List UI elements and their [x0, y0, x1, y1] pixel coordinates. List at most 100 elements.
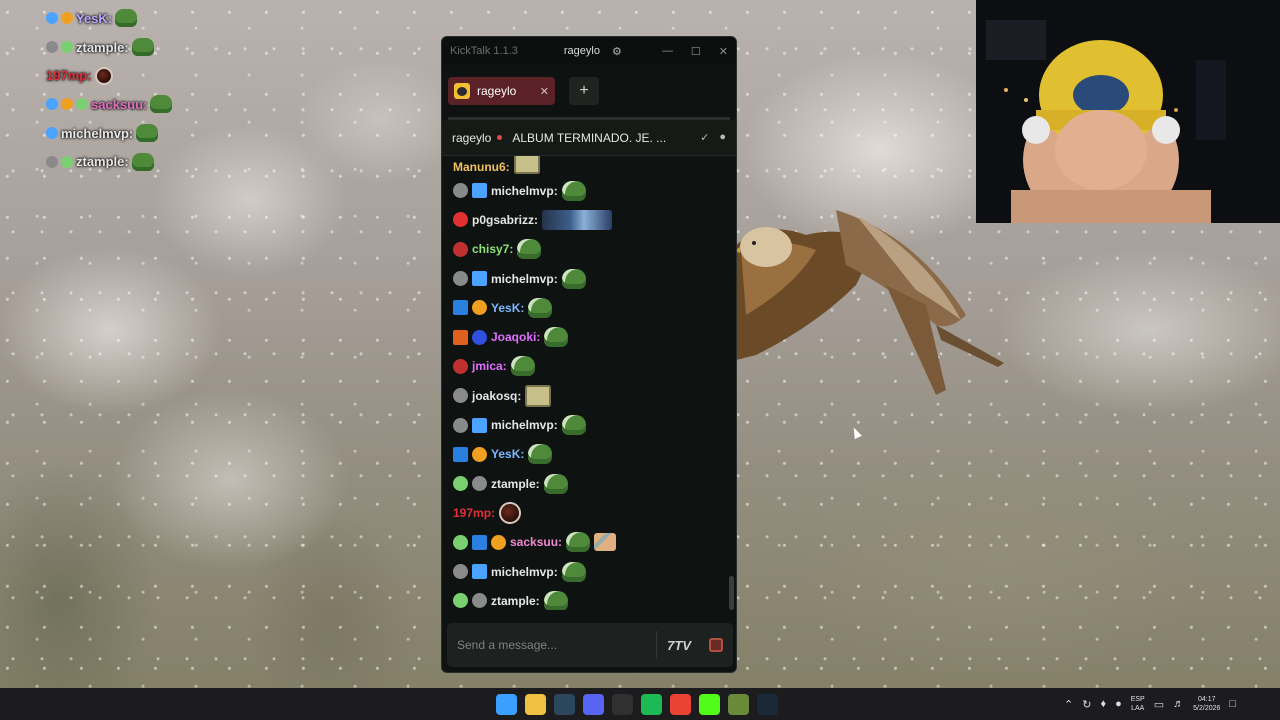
chat-message[interactable]: YesK:: [442, 440, 736, 469]
user-badge-icon[interactable]: [453, 476, 468, 492]
chat-username[interactable]: chisy7:: [472, 242, 513, 256]
user-badge-icon[interactable]: [453, 358, 468, 374]
chat-message[interactable]: michelmvp:: [442, 264, 736, 293]
user-badge-icon[interactable]: [453, 417, 468, 433]
chat-username[interactable]: 197mp:: [453, 506, 495, 520]
close-icon[interactable]: ✕: [719, 45, 728, 58]
chat-username[interactable]: michelmvp:: [491, 418, 558, 432]
emote-icon[interactable]: [499, 501, 522, 524]
emote-icon[interactable]: [543, 590, 568, 610]
close-tab-icon[interactable]: ✕: [540, 85, 549, 98]
emote-icon[interactable]: [566, 532, 591, 553]
chat-username[interactable]: michelmvp:: [491, 565, 558, 579]
add-tab-button[interactable]: +: [569, 77, 599, 105]
chat-username[interactable]: YesK:: [491, 301, 524, 315]
emote-icon[interactable]: [561, 180, 586, 201]
user-badge-icon[interactable]: [453, 564, 468, 579]
maximize-icon[interactable]: ☐: [691, 45, 701, 58]
chat-message[interactable]: p0gsabrizz:: [442, 205, 736, 234]
emote-icon[interactable]: [544, 327, 569, 348]
emote-icon[interactable]: [561, 561, 586, 582]
chat-username[interactable]: p0gsabrizz:: [472, 213, 538, 227]
user-badge-icon[interactable]: [472, 183, 487, 199]
chat-message[interactable]: 197mp:: [442, 498, 736, 527]
user-badge-icon[interactable]: [453, 329, 468, 345]
chat-message-list[interactable]: Manunu6: michelmvp: p0gsabrizz: chisy7: mich…: [442, 156, 736, 610]
kick-emote-button[interactable]: [709, 638, 723, 652]
message-input[interactable]: [457, 638, 647, 652]
chat-message[interactable]: Joaqoki:: [442, 322, 736, 351]
speaker-icon[interactable]: ♬: [1173, 698, 1184, 710]
user-badge-icon[interactable]: [453, 241, 468, 257]
chat-scrollbar[interactable]: [729, 576, 734, 610]
emote-icon[interactable]: [517, 239, 542, 260]
user-badge-icon[interactable]: [453, 534, 468, 550]
chat-message[interactable]: jmica:: [442, 352, 736, 381]
obs-icon[interactable]: [612, 693, 633, 715]
system-clock[interactable]: 04:17 5/2/2026: [1193, 695, 1220, 713]
user-badge-icon[interactable]: [453, 212, 468, 228]
chrome-icon[interactable]: [670, 693, 691, 715]
7tv-emote-button[interactable]: 7TV: [667, 638, 691, 653]
user-badge-icon[interactable]: [453, 300, 468, 316]
emote-icon[interactable]: [542, 209, 613, 230]
emote-icon[interactable]: [561, 268, 586, 289]
titlebar-username[interactable]: rageylo: [564, 45, 600, 57]
user-badge-icon[interactable]: [453, 183, 468, 199]
user-badge-icon[interactable]: [472, 593, 487, 609]
windows-start-icon[interactable]: [496, 693, 517, 715]
emote-icon[interactable]: [528, 297, 553, 318]
tab-rageylo[interactable]: rageylo ✕: [448, 77, 555, 105]
notification-icon[interactable]: □: [1229, 698, 1236, 710]
user-icon[interactable]: ●: [719, 131, 726, 144]
chat-message[interactable]: ztample:: [442, 469, 736, 498]
user-badge-icon[interactable]: [472, 564, 487, 579]
chat-message[interactable]: joakosq:: [442, 381, 736, 410]
steam-icon[interactable]: [554, 693, 575, 715]
chat-message[interactable]: michelmvp:: [442, 410, 736, 439]
user-badge-icon[interactable]: [472, 271, 487, 287]
pin-icon[interactable]: ✓: [700, 131, 709, 144]
chat-username[interactable]: Joaqoki:: [491, 330, 540, 344]
chevron-up-icon[interactable]: ⌃: [1064, 698, 1073, 711]
user-badge-icon[interactable]: [453, 388, 468, 404]
chat-username[interactable]: jmica:: [472, 359, 507, 373]
user-badge-icon[interactable]: [472, 446, 487, 462]
display-icon[interactable]: ▭: [1154, 698, 1164, 711]
user-badge-icon[interactable]: [472, 329, 487, 345]
chat-username[interactable]: joakosq:: [472, 389, 521, 403]
user-badge-icon[interactable]: [472, 534, 487, 550]
chat-username[interactable]: ztample:: [491, 594, 540, 608]
user-badge-icon[interactable]: [453, 446, 468, 462]
chat-message[interactable]: michelmvp:: [442, 557, 736, 586]
chat-username[interactable]: YesK:: [491, 447, 524, 461]
emote-icon[interactable]: [528, 444, 553, 465]
chat-message[interactable]: sacksuu:: [442, 528, 736, 557]
emote-icon[interactable]: [561, 415, 586, 436]
chat-message[interactable]: YesK:: [442, 293, 736, 322]
user-badge-icon[interactable]: [472, 476, 487, 492]
chat-username[interactable]: Manunu6:: [453, 160, 510, 174]
shield-icon[interactable]: ♦: [1100, 698, 1106, 710]
steam-icon-2[interactable]: [757, 693, 778, 715]
microphone-icon[interactable]: ●: [1115, 698, 1122, 710]
kicktalk-titlebar[interactable]: KickTalk 1.1.3 rageylo ⚙ — ☐ ✕: [442, 37, 736, 65]
chat-username[interactable]: michelmvp:: [491, 184, 558, 198]
kick-icon[interactable]: [699, 693, 720, 715]
user-badge-icon[interactable]: [472, 300, 487, 316]
language-indicator[interactable]: ESP LAA: [1131, 695, 1145, 713]
gear-icon[interactable]: ⚙: [612, 45, 622, 58]
emote-icon[interactable]: [525, 384, 552, 407]
user-badge-icon[interactable]: [453, 593, 468, 609]
chat-username[interactable]: sacksuu:: [510, 535, 562, 549]
channel-name[interactable]: rageylo: [452, 131, 491, 145]
chat-username[interactable]: michelmvp:: [491, 272, 558, 286]
user-badge-icon[interactable]: [491, 534, 506, 550]
chat-message[interactable]: ztample:: [442, 586, 736, 610]
game-launcher-icon[interactable]: [728, 693, 749, 715]
kicktalk-window[interactable]: KickTalk 1.1.3 rageylo ⚙ — ☐ ✕ rageylo ✕…: [441, 36, 737, 673]
spotify-icon[interactable]: [641, 693, 662, 715]
user-badge-icon[interactable]: [472, 417, 487, 433]
file-explorer-icon[interactable]: [525, 693, 546, 715]
chat-message[interactable]: michelmvp:: [442, 176, 736, 205]
